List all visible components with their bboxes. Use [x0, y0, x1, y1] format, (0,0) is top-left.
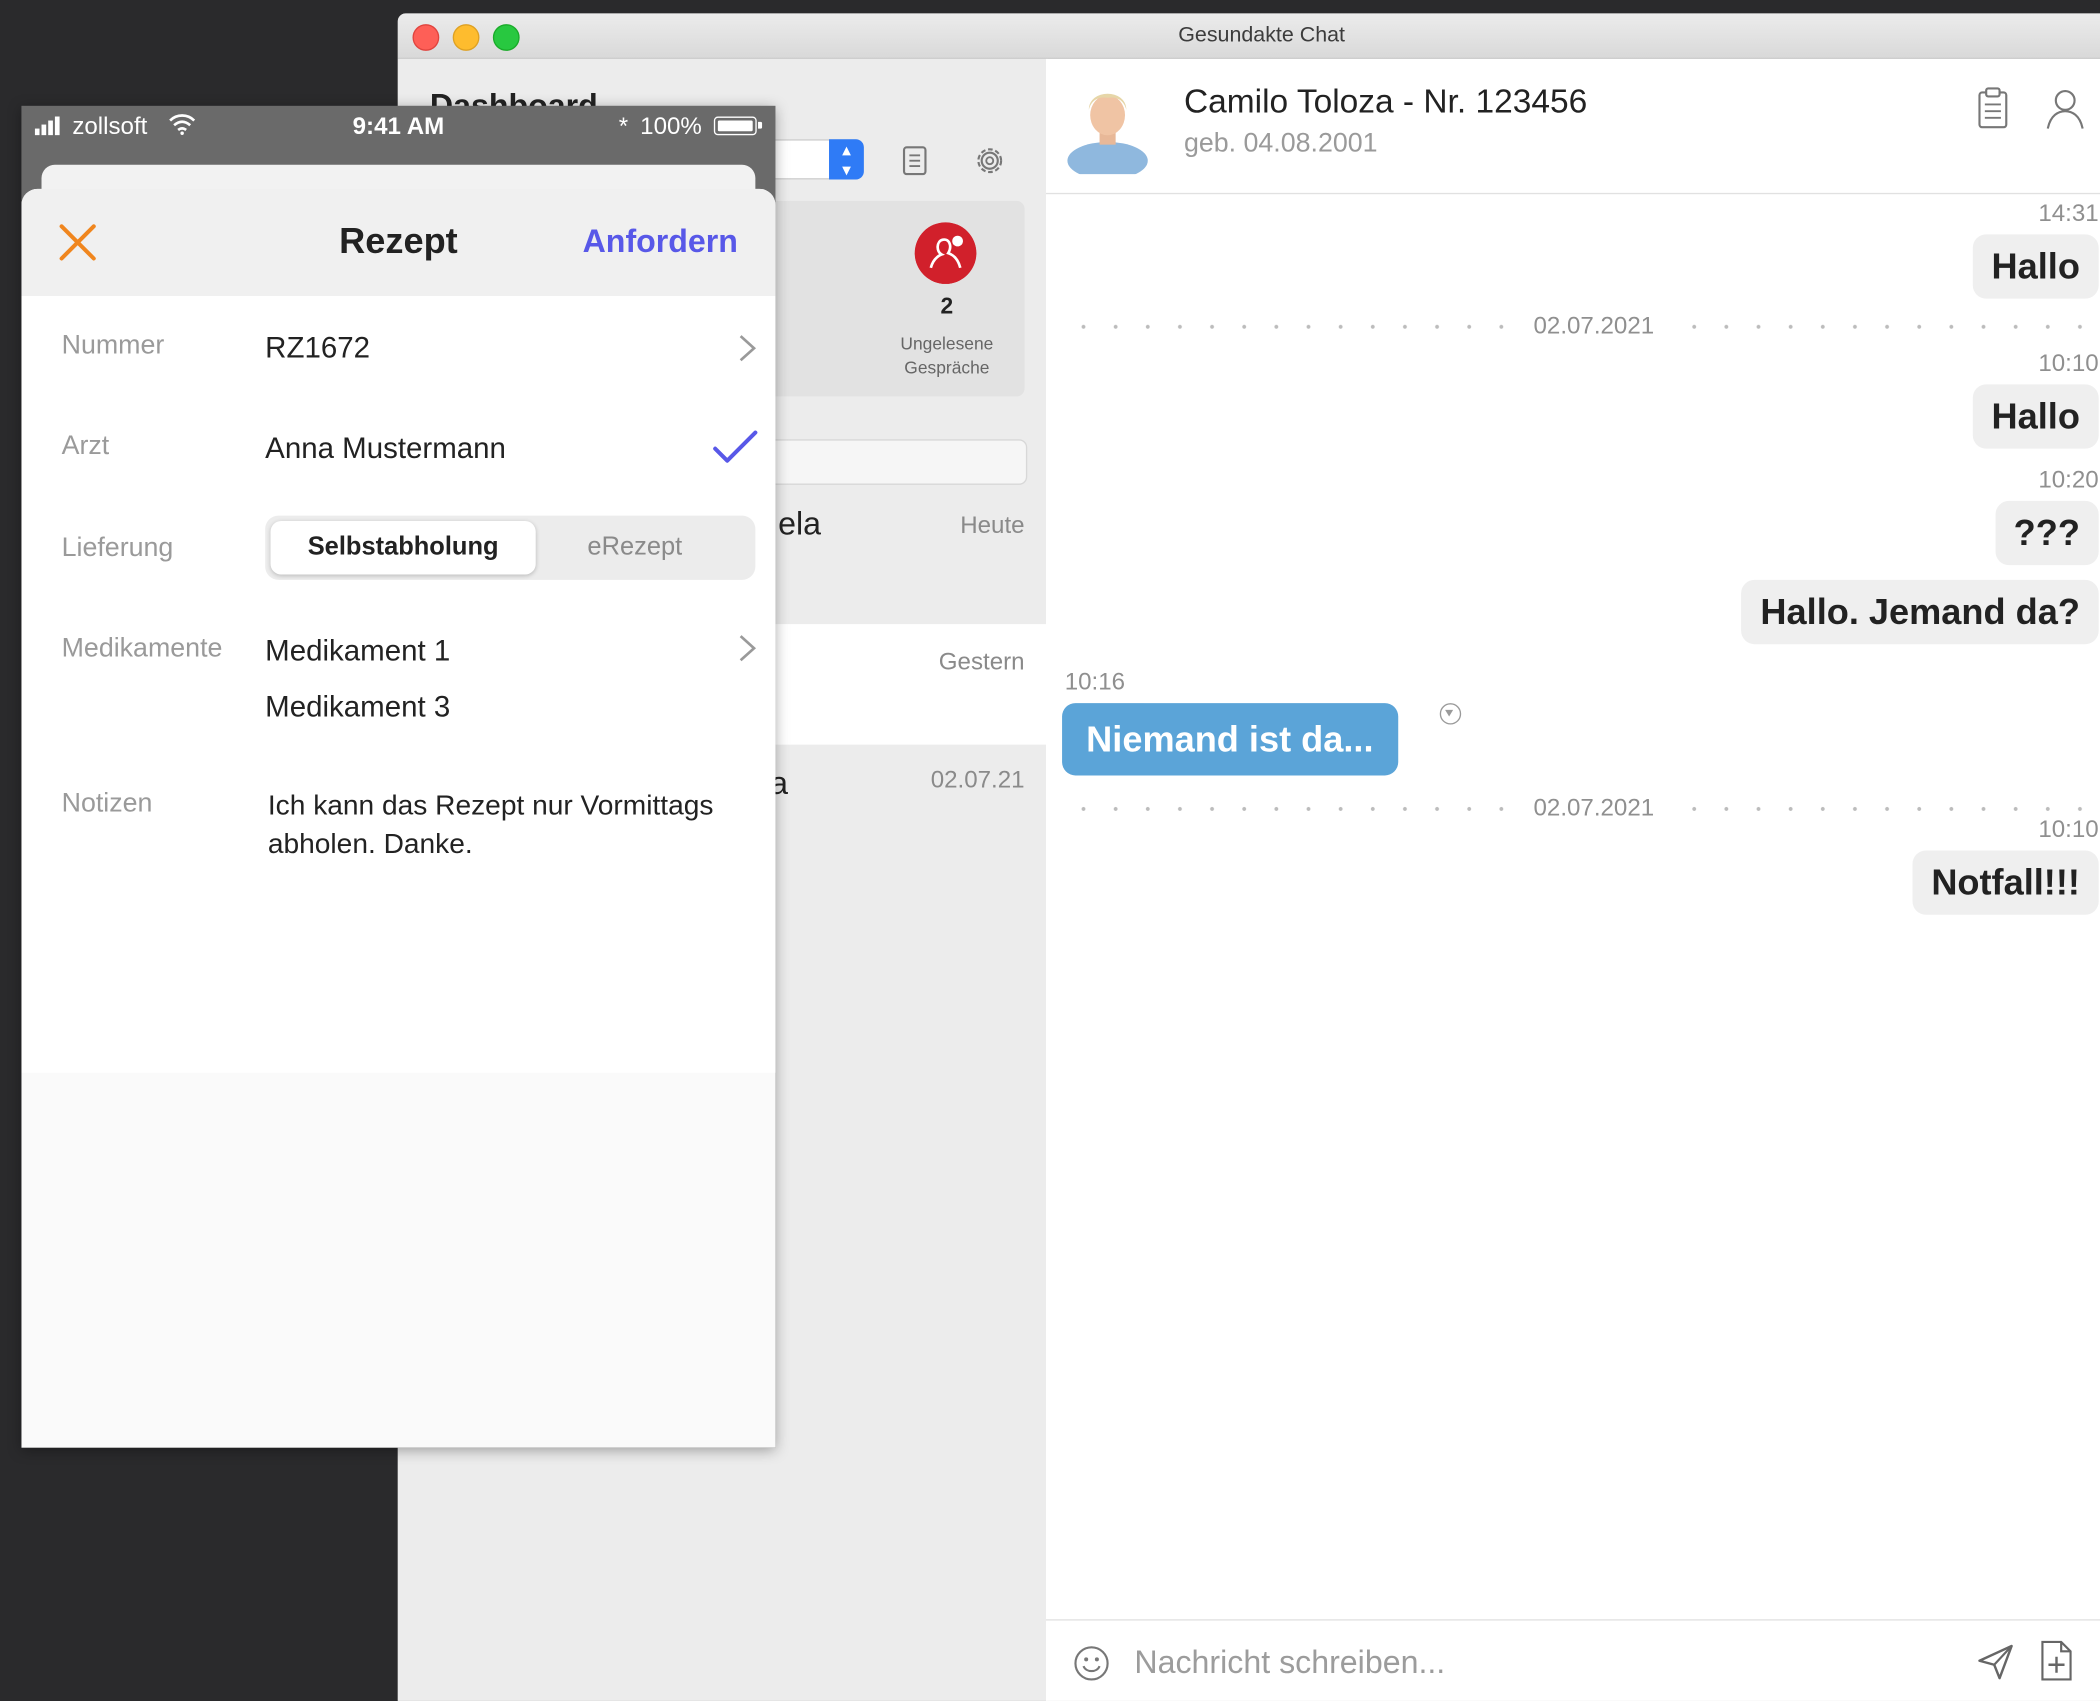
- ios-status-bar: zollsoft 9:41 AM * 100%: [21, 106, 775, 146]
- field-label: Lieferung: [61, 533, 174, 563]
- date-divider: 02.07.2021: [1067, 310, 2100, 341]
- sheet-navigation-bar: Rezept Anfordern: [21, 188, 776, 296]
- battery-icon: [713, 116, 763, 136]
- outgoing-message[interactable]: ???: [1994, 500, 2099, 566]
- conversation-time: Heute: [960, 511, 1025, 539]
- clipboard-icon[interactable]: [1973, 86, 2013, 132]
- field-label: Notizen: [61, 788, 153, 819]
- chat-header: Camilo Toloza - Nr. 123456 geb. 04.08.20…: [1045, 59, 2100, 195]
- person-icon[interactable]: [2045, 86, 2085, 132]
- date-divider-label: 02.07.2021: [1522, 792, 1665, 823]
- prescription-form: Nummer RZ1672 Arzt Anna Mustermann Liefe…: [21, 295, 776, 1073]
- unread-label: Ungelesene Gespräche: [900, 333, 994, 378]
- segment-erezept[interactable]: eRezept: [517, 521, 753, 575]
- field-label: Medikamente: [61, 633, 223, 663]
- delivery-segmented-control[interactable]: Selbstabholung eRezept: [265, 515, 756, 580]
- outgoing-message[interactable]: Hallo. Jemand da?: [1741, 579, 2099, 645]
- message-list: 14:31 Hallo 02.07.2021 10:10 Hallo 10:20…: [1046, 194, 2100, 1615]
- medication-item: Medikament 3: [265, 689, 451, 724]
- message-input[interactable]: [1131, 1636, 1888, 1691]
- date-divider: 02.07.2021: [1067, 792, 2100, 823]
- message-menu-icon[interactable]: [1439, 703, 1462, 725]
- attach-file-icon[interactable]: [2037, 1639, 2075, 1682]
- outgoing-message[interactable]: Hallo: [1972, 234, 2099, 299]
- conversation-name: ela: [778, 506, 822, 543]
- nummer-value: RZ1672: [265, 330, 371, 365]
- battery-percent: 100%: [640, 112, 702, 140]
- incoming-message[interactable]: Niemand ist da...: [1062, 703, 1398, 776]
- gear-icon[interactable]: [971, 142, 1009, 180]
- arzt-value: Anna Mustermann: [265, 431, 506, 465]
- list-icon[interactable]: [896, 142, 934, 180]
- field-label: Arzt: [61, 431, 110, 461]
- message-timestamp: 10:16: [1064, 668, 1126, 696]
- form-row-nummer[interactable]: Nummer RZ1672: [21, 331, 775, 398]
- message-timestamp: 14:31: [2038, 199, 2099, 227]
- medication-item: Medikament 1: [265, 633, 451, 667]
- conversation-time: Gestern: [938, 648, 1025, 676]
- select-stepper-icon[interactable]: ▴ ▾: [829, 139, 864, 180]
- window-title-row: Gesundakte Chat: [398, 13, 2100, 57]
- date-divider-label: 02.07.2021: [1522, 310, 1665, 341]
- form-row-lieferung: Lieferung Selbstabholung eRezept: [21, 515, 775, 596]
- form-row-notizen[interactable]: Notizen Ich kann das Rezept nur Vormitta…: [21, 789, 775, 883]
- chevron-right-icon: [739, 635, 757, 662]
- form-row-arzt[interactable]: Arzt Anna Mustermann: [21, 430, 775, 498]
- request-button[interactable]: Anfordern: [583, 224, 738, 262]
- message-timestamp: 10:20: [2038, 466, 2099, 493]
- message-timestamp: 10:10: [2038, 349, 2099, 377]
- rezept-sheet: Rezept Anfordern Nummer RZ1672 Arzt Anna…: [21, 188, 776, 1448]
- patient-name: Camilo Toloza - Nr. 123456: [1183, 83, 1588, 121]
- ios-simulator-screen: zollsoft 9:41 AM * 100% Rezept Anfordern: [21, 105, 776, 1448]
- notes-text[interactable]: Ich kann das Rezept nur Vormittags abhol…: [268, 786, 723, 864]
- window-titlebar: Gesundakte Chat: [397, 13, 2100, 59]
- chat-pane: Camilo Toloza - Nr. 123456 geb. 04.08.20…: [1045, 58, 2100, 1701]
- checkmark-icon: [713, 430, 758, 463]
- outgoing-message[interactable]: Notfall!!!: [1912, 850, 2099, 915]
- outgoing-message[interactable]: Hallo: [1972, 384, 2099, 449]
- field-label: Nummer: [61, 330, 165, 361]
- conversation-time: 02.07.21: [930, 766, 1025, 793]
- patient-dob: geb. 04.08.2001: [1183, 128, 1378, 159]
- message-composer: [1045, 1619, 2100, 1701]
- message-timestamp: 10:10: [2038, 815, 2099, 843]
- segment-selbstabholung[interactable]: Selbstabholung: [270, 520, 536, 575]
- window-title: Gesundakte Chat: [1178, 24, 1346, 47]
- patient-avatar: [1067, 93, 1148, 175]
- unread-chat-icon: [914, 222, 977, 284]
- bluetooth-icon: *: [618, 112, 629, 140]
- unread-count: 2: [940, 293, 954, 319]
- chevron-right-icon: [739, 335, 757, 362]
- emoji-icon[interactable]: [1073, 1645, 1111, 1683]
- send-icon[interactable]: [1975, 1642, 2015, 1682]
- form-row-medikamente[interactable]: Medikamente Medikament 1 Medikament 3: [21, 633, 775, 754]
